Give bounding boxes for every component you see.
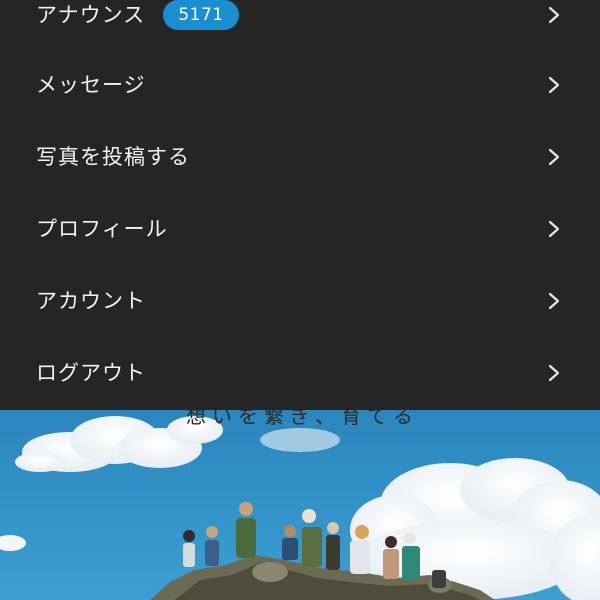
menu-item-messages[interactable]: メッセージ — [0, 49, 600, 121]
menu-item-label: アナウンス — [36, 2, 146, 27]
menu-item-profile[interactable]: プロフィール — [0, 193, 600, 265]
chevron-right-icon — [545, 76, 563, 94]
menu-item-logout[interactable]: ログアウト — [0, 337, 600, 409]
chevron-right-icon — [545, 364, 563, 382]
side-menu: アナウンス 5171 メッセージ 写真を投稿する プロフィール アカウント ログ… — [0, 0, 600, 410]
menu-item-announcements[interactable]: アナウンス 5171 — [0, 0, 600, 51]
menu-item-account[interactable]: アカウント — [0, 265, 600, 337]
hero-tagline: 想いを繋ぎ、育てる — [186, 410, 419, 428]
chevron-right-icon — [545, 292, 563, 310]
announcements-count-badge: 5171 — [163, 0, 239, 30]
menu-item-label: ログアウト — [36, 360, 146, 385]
hero-image: 想いを繋ぎ、育てる — [0, 410, 600, 600]
menu-item-post-photo[interactable]: 写真を投稿する — [0, 121, 600, 193]
chevron-right-icon — [545, 220, 563, 238]
menu-item-label: プロフィール — [36, 216, 168, 241]
hero-photo-mountain-summit — [0, 410, 600, 600]
menu-item-label: 写真を投稿する — [36, 144, 190, 169]
menu-item-label: アカウント — [36, 288, 146, 313]
chevron-right-icon — [545, 148, 563, 166]
menu-item-label: メッセージ — [36, 72, 146, 97]
chevron-right-icon — [545, 6, 563, 24]
